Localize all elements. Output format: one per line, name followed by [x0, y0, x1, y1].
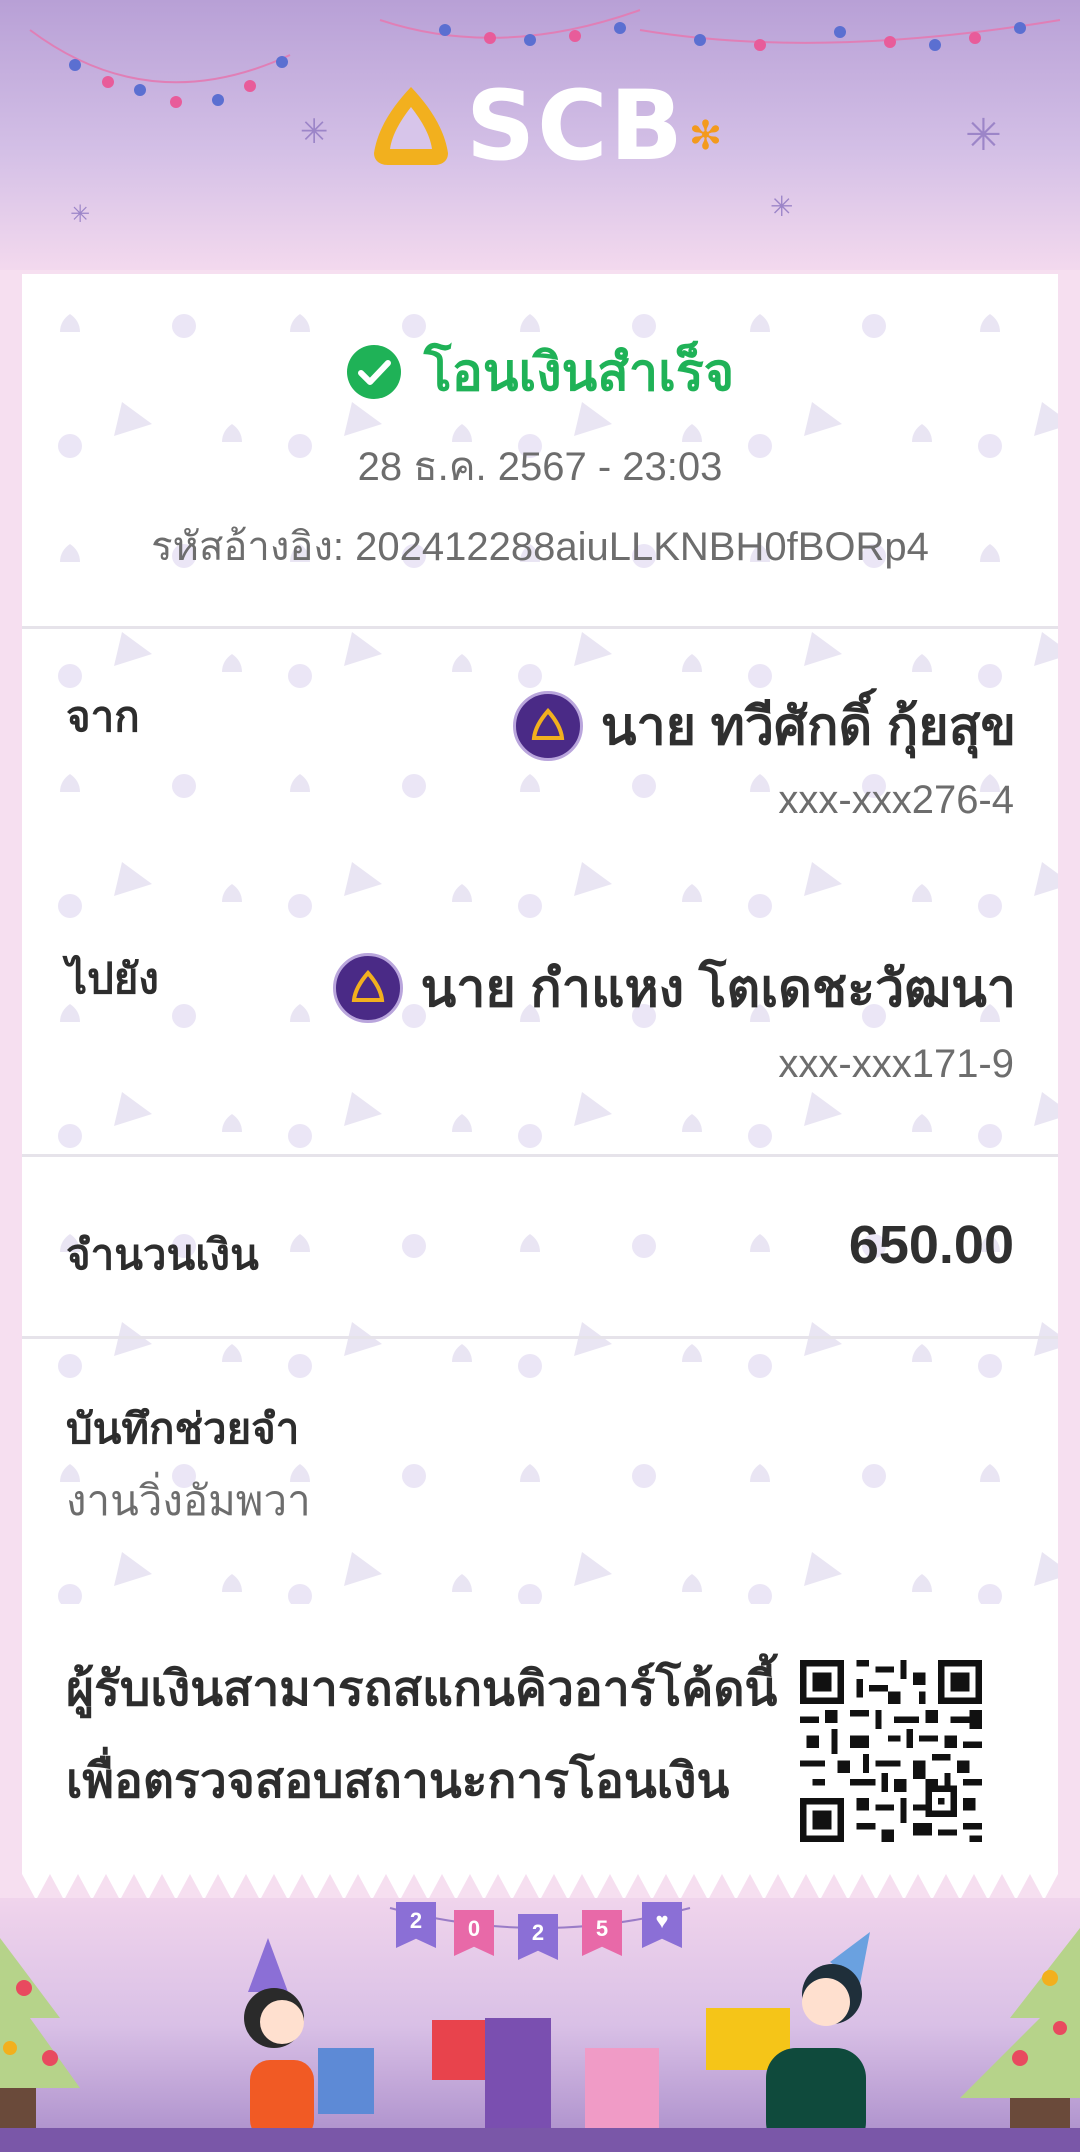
banner-flag: 0 [454, 1910, 494, 1956]
floor [0, 2128, 1080, 2152]
header-banner: ✳ ✳ ✳ ✳ SCB ✻ [0, 0, 1080, 270]
gift-icon [485, 2018, 551, 2132]
to-label: ไปยัง [66, 955, 159, 1002]
scb-bank-icon [332, 952, 403, 1023]
scb-logo: SCB ✻ [368, 70, 728, 182]
banner-flag: 2 [396, 1902, 436, 1948]
qr-instruction: ผู้รับเงินสามารถสแกนคิวอาร์โค้ดนี้ เพื่อ… [66, 1644, 777, 1828]
sparkle-icon: ✻ [688, 114, 723, 158]
footer-illustration: 2 0 2 5 ♥ [0, 1898, 1080, 2152]
amount-value: 650.00 [848, 1215, 1014, 1275]
amount-label: จำนวนเงิน [66, 1231, 259, 1278]
sparkle-icon: ✳ [965, 111, 1002, 160]
woman-with-gift-illustration [244, 1938, 374, 2140]
recipient-name: นาย กำแหง โตเดชะวัฒนา [420, 960, 1016, 1018]
receipt-card: โอนเงินสำเร็จ 28 ธ.ค. 2567 - 23:03 รหัสอ… [22, 274, 1058, 1874]
qr-instruction-line2: เพื่อตรวจสอบสถานะการโอนเงิน [66, 1755, 730, 1808]
from-label: จาก [66, 693, 140, 740]
sparkle-icon: ✳ [70, 201, 91, 228]
sparkle-icon: ✳ [770, 191, 794, 222]
divider [22, 626, 1058, 629]
christmas-tree-icon [0, 1938, 80, 2128]
memo-value: งานวิ่งอัมพวา [66, 1477, 311, 1524]
divider [22, 1154, 1058, 1157]
year-banner: 2 0 2 5 ♥ [396, 1898, 686, 1960]
transaction-datetime: 28 ธ.ค. 2567 - 23:03 [357, 445, 723, 489]
recipient-name-row: นาย กำแหง โตเดชะวัฒนา [332, 946, 1016, 1029]
check-circle-icon [346, 344, 401, 399]
qr-code-icon[interactable] [800, 1660, 982, 1842]
memo-label: บันทึกช่วยจำ [66, 1405, 300, 1452]
banner-flag: 5 [582, 1910, 622, 1956]
sender-name: นาย ทวีศักดิ์ กุ้ยสุข [600, 698, 1016, 756]
scb-bell-logo-icon [374, 87, 448, 165]
status-title: โอนเงินสำเร็จ [423, 344, 735, 402]
sender-name-row: นาย ทวีศักดิ์ กุ้ยสุข [512, 684, 1016, 767]
sender-account: xxx-xxx276-4 [778, 778, 1014, 822]
status-header: โอนเงินสำเร็จ [22, 330, 1058, 413]
reference-number: รหัสอ้างอิง: 202412288aiuLLKNBH0fBORp4 [151, 525, 929, 569]
banner-flag: 2 [518, 1914, 558, 1960]
gift-icon [585, 2048, 659, 2132]
sparkle-icon: ✳ [300, 113, 329, 151]
christmas-tree-icon [960, 1928, 1080, 2138]
logo-text: SCB [466, 70, 685, 182]
banner-flag: ♥ [642, 1902, 682, 1948]
divider [22, 1336, 1058, 1339]
qr-instruction-line1: ผู้รับเงินสามารถสแกนคิวอาร์โค้ดนี้ [66, 1663, 778, 1716]
scb-bank-icon [512, 690, 583, 761]
recipient-account: xxx-xxx171-9 [778, 1042, 1014, 1086]
